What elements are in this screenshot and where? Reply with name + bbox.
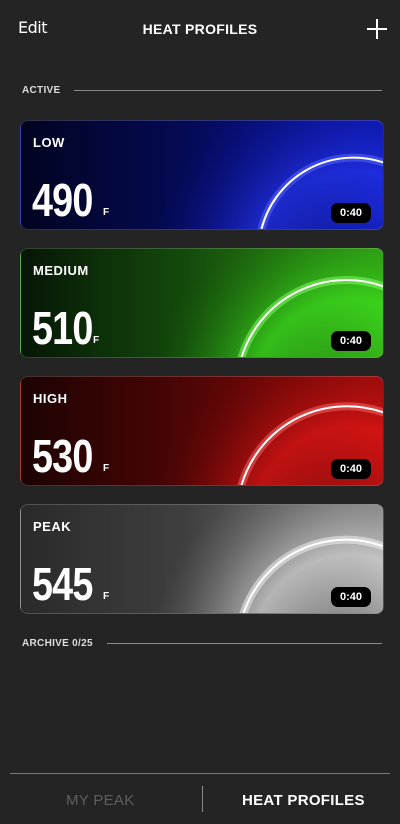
profile-temperature: 510 <box>32 302 93 354</box>
page-title: HEAT PROFILES <box>142 21 258 37</box>
profile-temperature: 490 <box>32 174 93 226</box>
temperature-unit: F <box>103 591 110 602</box>
profile-card-low[interactable]: LOW 490 F 0:40 <box>20 120 384 230</box>
archive-section-header[interactable]: ARCHIVE 0/25 <box>22 637 382 649</box>
temperature-unit: F <box>103 207 110 218</box>
divider <box>106 642 382 644</box>
profile-name: HIGH <box>33 391 68 406</box>
profile-card-medium[interactable]: MEDIUM 510 F 0:40 <box>20 248 384 358</box>
profile-name: MEDIUM <box>33 263 89 278</box>
profile-card-high[interactable]: HIGH 530 F 0:40 <box>20 376 384 486</box>
tab-bar-divider <box>10 773 390 774</box>
profile-duration-badge: 0:40 <box>331 331 371 351</box>
tab-my-peak[interactable]: MY PEAK <box>66 792 135 809</box>
profile-card-peak[interactable]: PEAK 545 F 0:40 <box>20 504 384 614</box>
temperature-unit: F <box>103 463 110 474</box>
profile-duration-badge: 0:40 <box>331 203 371 223</box>
add-icon[interactable] <box>366 18 388 40</box>
archive-label: ARCHIVE 0/25 <box>22 637 93 649</box>
profile-temperature: 530 <box>32 430 93 482</box>
temperature-unit: F <box>93 335 100 346</box>
profile-duration-badge: 0:40 <box>331 459 371 479</box>
tab-separator <box>202 786 203 812</box>
divider <box>74 89 382 91</box>
profile-name: PEAK <box>33 519 72 534</box>
active-label: ACTIVE <box>22 84 61 96</box>
active-section-header: ACTIVE <box>22 84 382 96</box>
tab-heat-profiles[interactable]: HEAT PROFILES <box>242 792 365 809</box>
profile-temperature: 545 <box>32 558 93 610</box>
top-bar: Edit HEAT PROFILES <box>0 0 400 60</box>
profile-duration-badge: 0:40 <box>331 587 371 607</box>
profile-name: LOW <box>33 135 65 150</box>
